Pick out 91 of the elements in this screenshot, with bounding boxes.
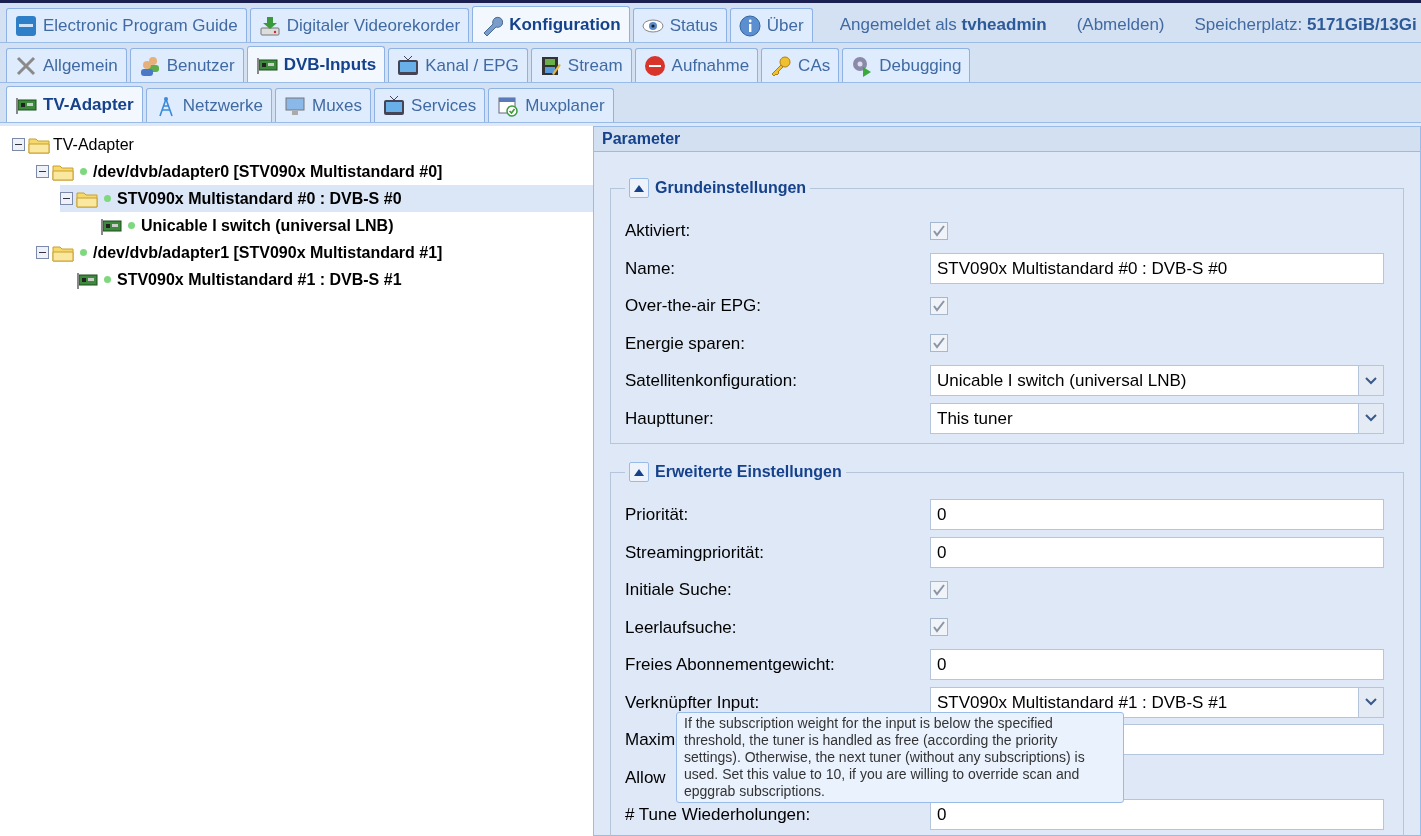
tree-item[interactable]: /dev/dvb/adapter1 [STV090x Multistandard #1]	[93, 240, 443, 265]
info-icon	[738, 14, 761, 37]
storage-status: Speicherplatz: 5171GiB/13Gi	[1194, 14, 1417, 37]
section-title: Grundeinstellungen	[655, 178, 807, 198]
field-label: # Tune Wiederholungen:	[625, 805, 811, 824]
dropdown-field[interactable]: This tuner	[930, 402, 1384, 434]
text-field[interactable]: 0	[930, 799, 1384, 831]
check-icon	[932, 582, 946, 597]
collapse-toggle[interactable]	[60, 192, 73, 205]
field-label: Maxim	[625, 730, 676, 749]
tab[interactable]: Muxes	[275, 88, 372, 122]
chevron-down-icon	[1365, 376, 1377, 385]
tab[interactable]: DVB-Inputs	[246, 46, 386, 82]
checkbox[interactable]	[930, 221, 948, 240]
tree-item[interactable]: TV-Adapter	[53, 132, 134, 157]
tab[interactable]: TV-Adapter	[6, 86, 143, 122]
tv-icon	[397, 54, 420, 77]
tab[interactable]: Debugging	[842, 48, 971, 82]
tab[interactable]: Aufnahme	[634, 48, 759, 82]
caret-up-icon	[634, 468, 644, 476]
checkbox[interactable]	[930, 296, 948, 315]
calendar-icon	[497, 94, 520, 117]
collapse-toggle[interactable]	[36, 165, 49, 178]
collapse-toggle[interactable]	[36, 246, 49, 259]
text-field[interactable]: 0	[930, 536, 1384, 568]
field-label: Satellitenkonfiguration:	[625, 371, 797, 390]
tree-item[interactable]: Unicable I switch (universal LNB)	[141, 213, 394, 238]
text-field[interactable]: 0	[930, 499, 1384, 531]
field-label: Name:	[625, 258, 676, 278]
check-icon	[932, 620, 946, 635]
field-label: Leerlaufsuche:	[625, 617, 737, 637]
field-label: Priorität:	[625, 505, 689, 524]
check-icon	[932, 298, 946, 313]
dropdown-field[interactable]: Unicable I switch (universal LNB)	[930, 365, 1384, 397]
check-icon	[932, 336, 946, 351]
collapse-button[interactable]	[629, 462, 649, 482]
tree-item[interactable]: STV090x Multistandard #1 : DVB-S #1	[117, 267, 402, 292]
checkbox[interactable]	[930, 580, 948, 599]
dropdown-trigger[interactable]	[1358, 403, 1383, 433]
tab[interactable]: Netzwerke	[145, 88, 272, 122]
field-label: Aktiviert:	[625, 221, 691, 240]
folder-icon	[52, 162, 74, 181]
chevron-down-icon	[1365, 414, 1377, 423]
dropdown-trigger[interactable]	[1358, 687, 1383, 717]
tab[interactable]: Konfiguration	[472, 6, 630, 42]
tab[interactable]: Electronic Program Guide	[6, 8, 247, 42]
dropdown-trigger[interactable]	[1358, 366, 1383, 396]
collapse-button[interactable]	[629, 178, 649, 198]
tab[interactable]: Status	[632, 8, 727, 42]
field-label: Verknüpfter Input:	[625, 692, 760, 712]
key-icon	[770, 54, 793, 77]
field-label: Initiale Suche:	[625, 580, 732, 599]
folder-icon	[28, 135, 50, 154]
panel-title: Parameter	[594, 127, 1420, 152]
login-status: Angemeldet als tvheadmin	[839, 14, 1047, 37]
tab[interactable]: Kanal / EPG	[388, 48, 528, 82]
text-field[interactable]: 0	[930, 649, 1384, 681]
chevron-down-icon	[1365, 698, 1377, 707]
field-label: Over-the-air EPG:	[625, 296, 762, 315]
tab[interactable]: Benutzer	[129, 48, 244, 82]
tab[interactable]: CAs	[761, 48, 840, 82]
field-label: Haupttuner:	[625, 408, 714, 428]
monitor-icon	[284, 94, 306, 117]
film-icon	[539, 54, 562, 77]
check-icon	[932, 223, 946, 238]
checkbox[interactable]	[930, 618, 948, 637]
record-icon	[643, 54, 666, 77]
field-label: Energie sparen:	[625, 333, 746, 353]
users-icon	[138, 54, 161, 77]
tab[interactable]: Stream	[530, 48, 632, 82]
folder-icon	[76, 189, 98, 208]
section-title: Erweiterte Einstellungen	[655, 462, 842, 482]
tree-item[interactable]: /dev/dvb/adapter0 [STV090x Multistandard #0]	[93, 159, 443, 184]
folder-icon	[52, 243, 74, 262]
field-label: Allow	[625, 767, 666, 787]
field-label: Streamingpriorität:	[625, 542, 764, 562]
tv-icon	[383, 94, 406, 117]
collapse-toggle[interactable]	[12, 138, 25, 151]
download-icon	[258, 14, 281, 37]
logout-link[interactable]: (Abmelden)	[1076, 12, 1165, 38]
text-field[interactable]: STV090x Multistandard #0 : DVB-S #0	[930, 252, 1384, 284]
tab[interactable]: Muxplaner	[488, 88, 614, 122]
tooltip: If the subscription weight for the input is below the specified threshold, the tuner is handled as free (according the priority settings). Otherwise, the next tuner (without any subscriptions) is used. Set this value to 10, if you are willing to override scan and epggrab subscriptions.	[676, 712, 1124, 803]
tab[interactable]: Allgemein	[6, 48, 127, 82]
tab[interactable]: Über	[729, 8, 813, 42]
caret-up-icon	[634, 184, 644, 192]
dropdown-field[interactable]: STV090x Multistandard #1 : DVB-S #1	[930, 686, 1384, 718]
tab[interactable]: Services	[374, 88, 486, 122]
checkbox[interactable]	[930, 334, 948, 353]
field-label: Freies Abonnementgewicht:	[625, 655, 835, 674]
tab[interactable]: Digitaler Videorekorder	[249, 8, 470, 42]
